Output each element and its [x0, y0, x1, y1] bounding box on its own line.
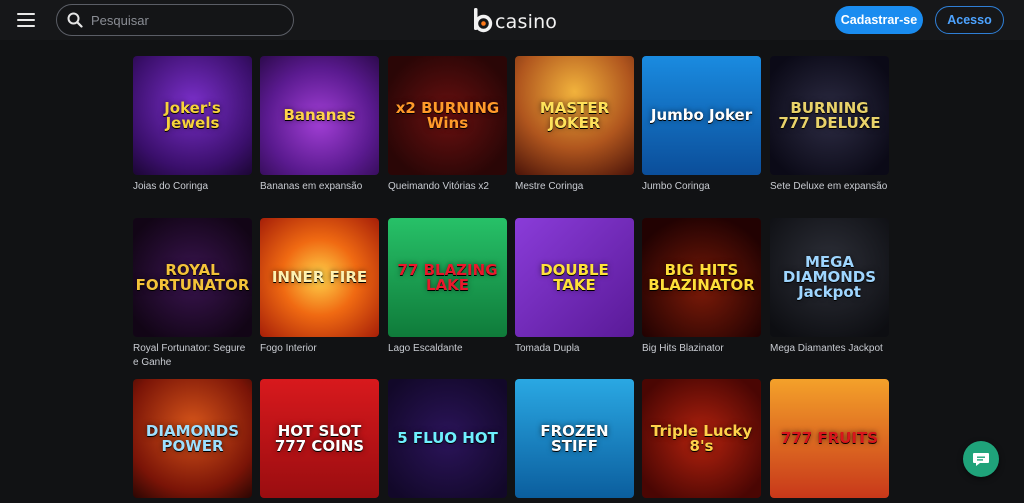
game-title[interactable]: Big Hits Blazinator: [642, 342, 761, 356]
chat-button[interactable]: [963, 441, 999, 477]
logo-b-icon: [472, 7, 494, 33]
top-header: casino Cadastrar-se Acesso: [0, 0, 1024, 40]
game-card[interactable]: 5 FLUO HOT: [388, 379, 507, 498]
game-card[interactable]: HOT SLOT 777 COINS: [260, 379, 379, 498]
game-title[interactable]: Mestre Coringa: [515, 180, 634, 194]
game-title[interactable]: Queimando Vitórias x2: [388, 180, 507, 194]
game-thumbnail[interactable]: DIAMONDS POWER: [133, 379, 252, 498]
search-bar[interactable]: [56, 4, 294, 36]
game-card[interactable]: MASTER JOKER Mestre Coringa: [515, 56, 634, 194]
game-thumbnail[interactable]: DOUBLE TAKE: [515, 218, 634, 337]
game-thumbnail[interactable]: FROZEN STIFF: [515, 379, 634, 498]
game-thumbnail[interactable]: MASTER JOKER: [515, 56, 634, 175]
game-logo-art: 777 FRUITS: [780, 429, 879, 447]
game-title[interactable]: Joias do Coringa: [133, 180, 252, 194]
game-title[interactable]: Fogo Interior: [260, 342, 379, 356]
game-logo-art: FROZEN STIFF: [540, 421, 609, 455]
game-logo-art: MEGA DIAMONDS Jackpot: [782, 253, 877, 301]
login-button[interactable]: Acesso: [935, 6, 1004, 34]
game-thumbnail[interactable]: Bananas: [260, 56, 379, 175]
game-logo-art: BIG HITS BLAZINATOR: [648, 260, 755, 294]
game-title[interactable]: Sete Deluxe em expansão: [770, 180, 889, 194]
game-logo-art: BURNING 777 DELUXE: [778, 98, 881, 132]
hamburger-menu-icon[interactable]: [17, 11, 35, 29]
game-logo-art: 5 FLUO HOT: [397, 429, 498, 447]
game-thumbnail[interactable]: BIG HITS BLAZINATOR: [642, 218, 761, 337]
game-card[interactable]: BIG HITS BLAZINATOR Big Hits Blazinator: [642, 218, 761, 356]
game-title[interactable]: Bananas em expansão: [260, 180, 379, 194]
game-logo-art: MASTER JOKER: [539, 98, 610, 132]
chat-icon: [973, 453, 989, 466]
game-logo-art: Triple Lucky 8's: [650, 421, 753, 455]
game-logo-art: HOT SLOT 777 COINS: [274, 421, 365, 455]
game-thumbnail[interactable]: BURNING 777 DELUXE: [770, 56, 889, 175]
logo[interactable]: casino: [472, 5, 557, 35]
game-card[interactable]: Joker's Jewels Joias do Coringa: [133, 56, 252, 194]
game-logo-art: 77 BLAZING LAKE: [397, 260, 498, 294]
search-input[interactable]: [91, 12, 281, 28]
game-card[interactable]: DOUBLE TAKE Tomada Dupla: [515, 218, 634, 356]
game-logo-art: DIAMONDS POWER: [145, 421, 240, 455]
game-card[interactable]: 777 FRUITS: [770, 379, 889, 498]
game-card[interactable]: BURNING 777 DELUXE Sete Deluxe em expansã…: [770, 56, 889, 194]
game-thumbnail[interactable]: Triple Lucky 8's: [642, 379, 761, 498]
game-thumbnail[interactable]: ROYAL FORTUNATOR: [133, 218, 252, 337]
game-logo-art: Bananas: [283, 106, 356, 124]
game-logo-art: INNER FIRE: [271, 268, 368, 286]
game-card[interactable]: DIAMONDS POWER: [133, 379, 252, 498]
game-title[interactable]: Royal Fortunator: Segure e Ganhe: [133, 342, 252, 369]
game-logo-art: Jumbo Joker: [650, 106, 753, 124]
game-thumbnail[interactable]: HOT SLOT 777 COINS: [260, 379, 379, 498]
game-thumbnail[interactable]: INNER FIRE: [260, 218, 379, 337]
game-thumbnail[interactable]: Jumbo Joker: [642, 56, 761, 175]
game-logo-art: Joker's Jewels: [164, 98, 221, 132]
game-thumbnail[interactable]: Joker's Jewels: [133, 56, 252, 175]
game-card[interactable]: 77 BLAZING LAKE Lago Escaldante: [388, 218, 507, 356]
game-card[interactable]: FROZEN STIFF: [515, 379, 634, 498]
game-thumbnail[interactable]: MEGA DIAMONDS Jackpot: [770, 218, 889, 337]
game-card[interactable]: Triple Lucky 8's: [642, 379, 761, 498]
game-thumbnail[interactable]: 77 BLAZING LAKE: [388, 218, 507, 337]
game-title[interactable]: Lago Escaldante: [388, 342, 507, 356]
game-card[interactable]: ROYAL FORTUNATOR Royal Fortunator: Segure…: [133, 218, 252, 369]
scroll-fade: [133, 40, 893, 46]
game-logo-art: x2 BURNING Wins: [395, 98, 500, 132]
game-title[interactable]: Jumbo Coringa: [642, 180, 761, 194]
game-logo-art: DOUBLE TAKE: [540, 260, 609, 294]
game-thumbnail[interactable]: 5 FLUO HOT: [388, 379, 507, 498]
game-logo-art: ROYAL FORTUNATOR: [135, 260, 250, 294]
game-title[interactable]: Tomada Dupla: [515, 342, 634, 356]
game-thumbnail[interactable]: x2 BURNING Wins: [388, 56, 507, 175]
search-icon: [67, 12, 83, 28]
game-card[interactable]: Bananas Bananas em expansão: [260, 56, 379, 194]
game-card[interactable]: MEGA DIAMONDS Jackpot Mega Diamantes Jack…: [770, 218, 889, 356]
game-card[interactable]: INNER FIRE Fogo Interior: [260, 218, 379, 356]
game-card[interactable]: Jumbo Joker Jumbo Coringa: [642, 56, 761, 194]
game-card[interactable]: x2 BURNING Wins Queimando Vitórias x2: [388, 56, 507, 194]
signup-button[interactable]: Cadastrar-se: [835, 6, 923, 34]
game-thumbnail[interactable]: 777 FRUITS: [770, 379, 889, 498]
logo-text: casino: [495, 11, 558, 33]
game-title[interactable]: Mega Diamantes Jackpot: [770, 342, 889, 356]
